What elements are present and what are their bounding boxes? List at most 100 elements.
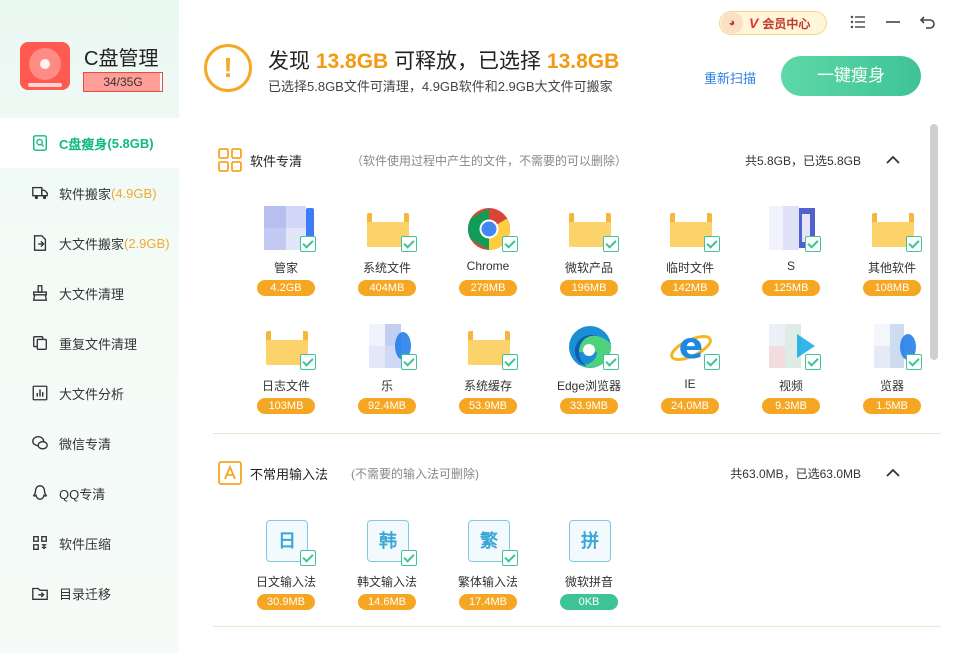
list-item[interactable]: 临时文件 142MB	[649, 206, 731, 306]
item-name: IE	[684, 377, 696, 391]
sidebar-item-bigfile-analyze[interactable]: 大文件分析	[0, 368, 179, 418]
list-item[interactable]: 韩 韩文输入法 14.6MB	[346, 520, 428, 620]
item-size: 108MB	[863, 280, 921, 296]
item-name: 系统文件	[362, 261, 411, 275]
checkbox[interactable]	[502, 550, 518, 566]
sidebar-item-wechat[interactable]: 微信专清	[0, 418, 179, 468]
list-item[interactable]: S 125MB	[750, 206, 832, 306]
checkbox[interactable]	[704, 354, 720, 370]
list-item[interactable]: 乐 92.4MB	[346, 324, 428, 424]
checkbox[interactable]	[603, 354, 619, 370]
item-name: 乐	[380, 379, 393, 393]
sidebar-item-software-move[interactable]: 软件搬家 (4.9GB)	[0, 168, 179, 218]
truck-icon	[30, 183, 50, 203]
list-item[interactable]: 系统缓存 53.9MB	[447, 324, 529, 424]
chevron-up-icon[interactable]	[885, 465, 901, 481]
found-size: 13.8GB	[315, 50, 389, 73]
checkbox[interactable]	[300, 550, 316, 566]
ime-glyph: 拼	[569, 520, 611, 562]
scan-subline: 已选择5.8GB文件可清理，4.9GB软件和2.9GB大文件可搬家	[268, 79, 613, 94]
checkbox[interactable]	[401, 354, 417, 370]
list-item[interactable]: e IE 24.0MB	[649, 324, 731, 424]
item-size: 92.4MB	[358, 398, 416, 414]
item-name: Chrome	[466, 259, 510, 273]
item-size: 1.5MB	[863, 398, 921, 414]
item-name: 管家	[273, 261, 298, 275]
chevron-up-icon[interactable]	[885, 152, 901, 168]
rescan-link[interactable]: 重新扫描	[704, 68, 756, 87]
qq-icon	[30, 483, 50, 503]
list-item[interactable]: 拼 微软拼音 0KB	[548, 520, 630, 620]
section-desc: （软件使用过程中产生的文件，不需要的可以删除）	[351, 153, 628, 168]
checkbox[interactable]	[906, 236, 922, 252]
sidebar-item-duplicate-clean[interactable]: 重复文件清理	[0, 318, 179, 368]
folder-move-icon	[30, 583, 50, 603]
sidebar-item-extra: (5.8GB)	[107, 135, 154, 151]
sidebar-item-qq[interactable]: QQ专清	[0, 468, 179, 518]
checkbox[interactable]	[502, 236, 518, 252]
item-name: 微软拼音	[564, 575, 613, 589]
item-size: 24.0MB	[661, 398, 719, 414]
vip-center-button[interactable]: ◕ V 会员中心	[719, 11, 827, 35]
sidebar-item-bigfile-clean[interactable]: 大文件清理	[0, 268, 179, 318]
sidebar-item-bigfile-move[interactable]: 大文件搬家 (2.9GB)	[0, 218, 179, 268]
list-item[interactable]: Chrome 278MB	[447, 206, 529, 306]
sidebar-item-label: C盘瘦身	[59, 136, 108, 152]
checkbox[interactable]	[502, 354, 518, 370]
checkbox[interactable]	[300, 354, 316, 370]
item-name: 繁体输入法	[457, 575, 518, 589]
sidebar-item-label: 软件压缩	[59, 536, 112, 552]
checkbox[interactable]	[906, 354, 922, 370]
minimize-icon[interactable]	[883, 12, 903, 32]
item-name: S	[786, 259, 795, 273]
warning-icon: !	[204, 44, 252, 92]
sidebar-item-label: 重复文件清理	[59, 336, 138, 352]
section-title: 软件专清	[250, 153, 303, 169]
disk-usage-text: 34/35G	[103, 75, 143, 89]
item-name: 览器	[879, 379, 904, 393]
sidebar-item-c-slim[interactable]: C盘瘦身 (5.8GB)	[0, 118, 179, 168]
file-move-icon	[30, 233, 50, 253]
list-item[interactable]: 日 日文输入法 30.9MB	[245, 520, 327, 620]
checkbox[interactable]	[805, 236, 821, 252]
item-size: 14.6MB	[358, 594, 416, 610]
list-item[interactable]: 管家 4.2GB	[245, 206, 327, 306]
list-item[interactable]: 日志文件 103MB	[245, 324, 327, 424]
item-size: 103MB	[257, 398, 315, 414]
list-item[interactable]: 其他软件 108MB	[851, 206, 933, 306]
item-size: 33.9MB	[560, 398, 618, 414]
section-total: 共5.8GB，已选5.8GB	[744, 153, 861, 168]
sidebar-item-compress[interactable]: 软件压缩	[0, 518, 179, 568]
list-item[interactable]: 繁 繁体输入法 17.4MB	[447, 520, 529, 620]
checkbox[interactable]	[300, 236, 316, 252]
checkbox[interactable]	[401, 236, 417, 252]
list-item[interactable]: 系统文件 404MB	[346, 206, 428, 306]
item-size: 125MB	[762, 280, 820, 296]
back-arrow-icon[interactable]	[918, 12, 938, 32]
copy-icon	[30, 333, 50, 353]
checkbox[interactable]	[805, 354, 821, 370]
one-click-slim-button[interactable]: 一键瘦身	[781, 56, 921, 96]
section-header-software: 软件专清 （软件使用过程中产生的文件，不需要的可以删除） 共5.8GB，已选5.…	[199, 142, 941, 178]
list-item[interactable]: 视频 9.3MB	[750, 324, 832, 424]
section-divider	[213, 433, 941, 434]
checkbox[interactable]	[603, 236, 619, 252]
list-item[interactable]: 览器 1.5MB	[851, 324, 933, 424]
item-size: 53.9MB	[459, 398, 517, 414]
sidebar-item-extra: (4.9GB)	[111, 185, 157, 201]
list-item[interactable]: Edge浏览器 33.9MB	[548, 324, 630, 424]
item-name: 其他软件	[867, 261, 916, 275]
section-header-ime: 不常用输入法 (不需要的输入法可删除) 共63.0MB，已选63.0MB	[199, 455, 941, 491]
disk-usage-bar: 34/35G	[83, 72, 163, 92]
checkbox[interactable]	[401, 550, 417, 566]
checkbox[interactable]	[704, 236, 720, 252]
item-size: 196MB	[560, 280, 618, 296]
item-name: 日志文件	[261, 379, 310, 393]
section-desc: (不需要的输入法可删除)	[351, 466, 479, 481]
scrollbar-thumb[interactable]	[930, 124, 938, 360]
item-name: 微软产品	[564, 261, 613, 275]
menu-icon[interactable]	[848, 12, 868, 32]
item-name: Edge浏览器	[556, 379, 622, 393]
sidebar-item-dir-migrate[interactable]: 目录迁移	[0, 568, 179, 618]
list-item[interactable]: 微软产品 196MB	[548, 206, 630, 306]
